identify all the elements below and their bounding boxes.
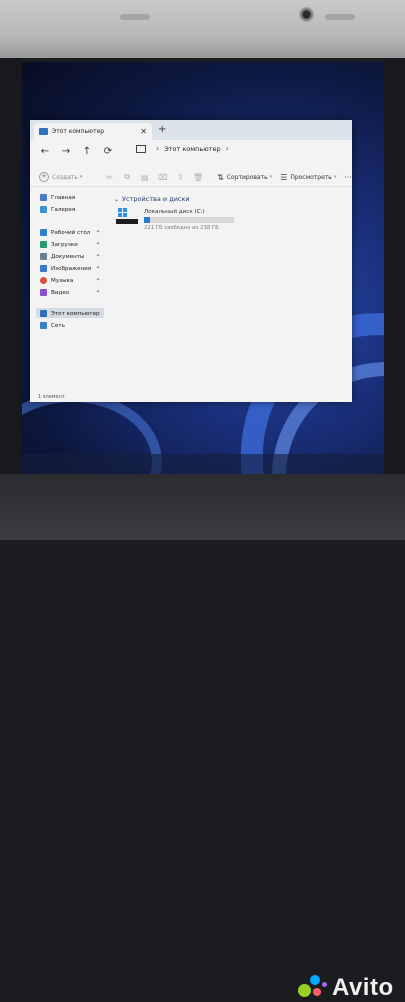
create-label: Создать [52,173,78,181]
sidebar-item-home[interactable]: Главная [40,194,75,201]
navigation-bar: ← → ↑ ⟳ › Этот компьютер › [30,140,352,162]
navigation-pane: Главная Галерея Рабочий стол ✦ Загрузки … [30,192,105,392]
view-button[interactable]: ☰ Просмотреть ▾ [280,173,336,182]
cut-icon[interactable]: ✂ [100,173,118,182]
laptop-bezel-bottom: Avito [0,474,405,1001]
status-bar-count: 1 элемент [38,394,65,400]
avito-watermark: Avito [298,974,394,1002]
this-pc-icon [39,128,48,135]
sort-label: Сортировать [226,173,268,181]
sidebar-item-gallery[interactable]: Галерея [40,206,75,213]
drive-free-space: 221 ГБ свободно из 238 ГБ [144,225,219,231]
laptop-bezel-top [0,0,405,58]
sidebar-item-label: Изображения [51,265,92,272]
section-header-devices[interactable]: ⌄ Устройства и диски [114,195,190,203]
rename-icon[interactable]: ⌧ [154,173,172,182]
more-options-button[interactable]: ··· [344,173,352,182]
paste-icon[interactable]: ▤ [136,173,154,182]
title-bar: Этот компьютер ✕ + [30,120,352,140]
refresh-button[interactable]: ⟳ [102,146,114,157]
command-bar: + Создать ▾ ✂ ⧉ ▤ ⌧ ⇪ 🗑 ⇅ Сортировать ▾ … [30,168,352,187]
gallery-icon [40,206,47,213]
pin-icon: ✦ [96,289,101,295]
file-explorer-window: Этот компьютер ✕ + ← → ↑ ⟳ › Этот компью… [30,120,352,402]
pin-icon: ✦ [96,241,101,247]
chevron-down-icon: ▾ [333,174,337,180]
webcam [299,7,314,22]
section-title: Устройства и диски [122,195,190,203]
avito-logo-icon [298,975,328,1001]
bezel-sensor [120,14,150,20]
drive-usage-fill [144,217,151,223]
downloads-icon [40,241,47,248]
plus-icon: + [39,172,49,182]
monitor-icon [136,144,146,153]
bezel-sensor [325,14,355,20]
up-button[interactable]: ↑ [81,146,93,157]
sidebar-item-label: Видео [51,289,70,296]
sidebar-item-documents[interactable]: Документы [40,253,84,260]
chevron-down-icon: ▾ [269,174,273,180]
sidebar-item-label: Музыка [51,277,74,284]
sidebar-item-this-pc[interactable]: Этот компьютер [40,310,100,317]
chevron-right-icon[interactable]: › [226,144,229,153]
share-icon[interactable]: ⇪ [172,173,190,182]
content-pane: ⌄ Устройства и диски Локальный диск (C:)… [110,192,350,392]
home-icon [40,194,47,201]
network-icon [40,322,47,329]
sidebar-item-label: Главная [51,194,76,201]
videos-icon [40,289,47,296]
breadcrumb-this-pc[interactable]: Этот компьютер [164,145,220,153]
create-button[interactable]: + Создать ▾ [39,172,82,182]
laptop-bezel-left [0,58,22,498]
tab-this-pc[interactable]: Этот компьютер ✕ [34,123,152,140]
sidebar-item-label: Рабочий стол [51,229,91,236]
pin-icon: ✦ [96,229,101,235]
documents-icon [40,253,47,260]
forward-button[interactable]: → [60,146,72,157]
sort-button[interactable]: ⇅ Сортировать ▾ [217,173,272,182]
pin-icon: ✦ [96,277,101,283]
drive-name: Локальный диск (C:) [144,209,205,215]
sidebar-item-music[interactable]: Музыка [40,277,73,284]
back-button[interactable]: ← [39,146,51,157]
sidebar-item-network[interactable]: Сеть [40,322,65,329]
close-tab-button[interactable]: ✕ [140,127,147,136]
windows-drive-icon [116,208,138,228]
sidebar-item-downloads[interactable]: Загрузки [40,241,78,248]
sidebar-item-videos[interactable]: Видео [40,289,69,296]
sidebar-item-label: Загрузки [51,241,78,248]
tab-label: Этот компьютер [52,128,105,135]
desktop-icon [40,229,47,236]
sidebar-item-label: Галерея [51,206,76,213]
sidebar-item-pictures[interactable]: Изображения [40,265,91,272]
avito-brand-text: Avito [332,974,394,1001]
pin-icon: ✦ [96,265,101,271]
sort-icon: ⇅ [217,172,224,182]
sidebar-item-label: Сеть [51,322,65,329]
sidebar-item-label: Документы [51,253,85,260]
delete-icon[interactable]: 🗑 [189,173,207,182]
chevron-right-icon: › [156,144,160,153]
laptop-bezel-right [384,58,405,498]
taskbar[interactable] [22,454,384,474]
sidebar-item-label: Этот компьютер [51,310,100,317]
chevron-down-icon: ⌄ [114,195,120,203]
this-pc-icon [40,310,47,317]
address-bar[interactable]: › Этот компьютер › [136,144,234,153]
sidebar-item-desktop[interactable]: Рабочий стол [40,229,90,236]
view-label: Просмотреть [290,173,332,181]
pictures-icon [40,265,47,272]
view-icon: ☰ [280,172,288,182]
new-tab-button[interactable]: + [158,124,166,135]
copy-icon[interactable]: ⧉ [118,172,136,182]
chevron-down-icon: ▾ [79,174,83,180]
pin-icon: ✦ [96,253,101,259]
drive-usage-bar [144,217,234,223]
music-icon [40,277,47,284]
drive-c[interactable] [116,208,138,228]
